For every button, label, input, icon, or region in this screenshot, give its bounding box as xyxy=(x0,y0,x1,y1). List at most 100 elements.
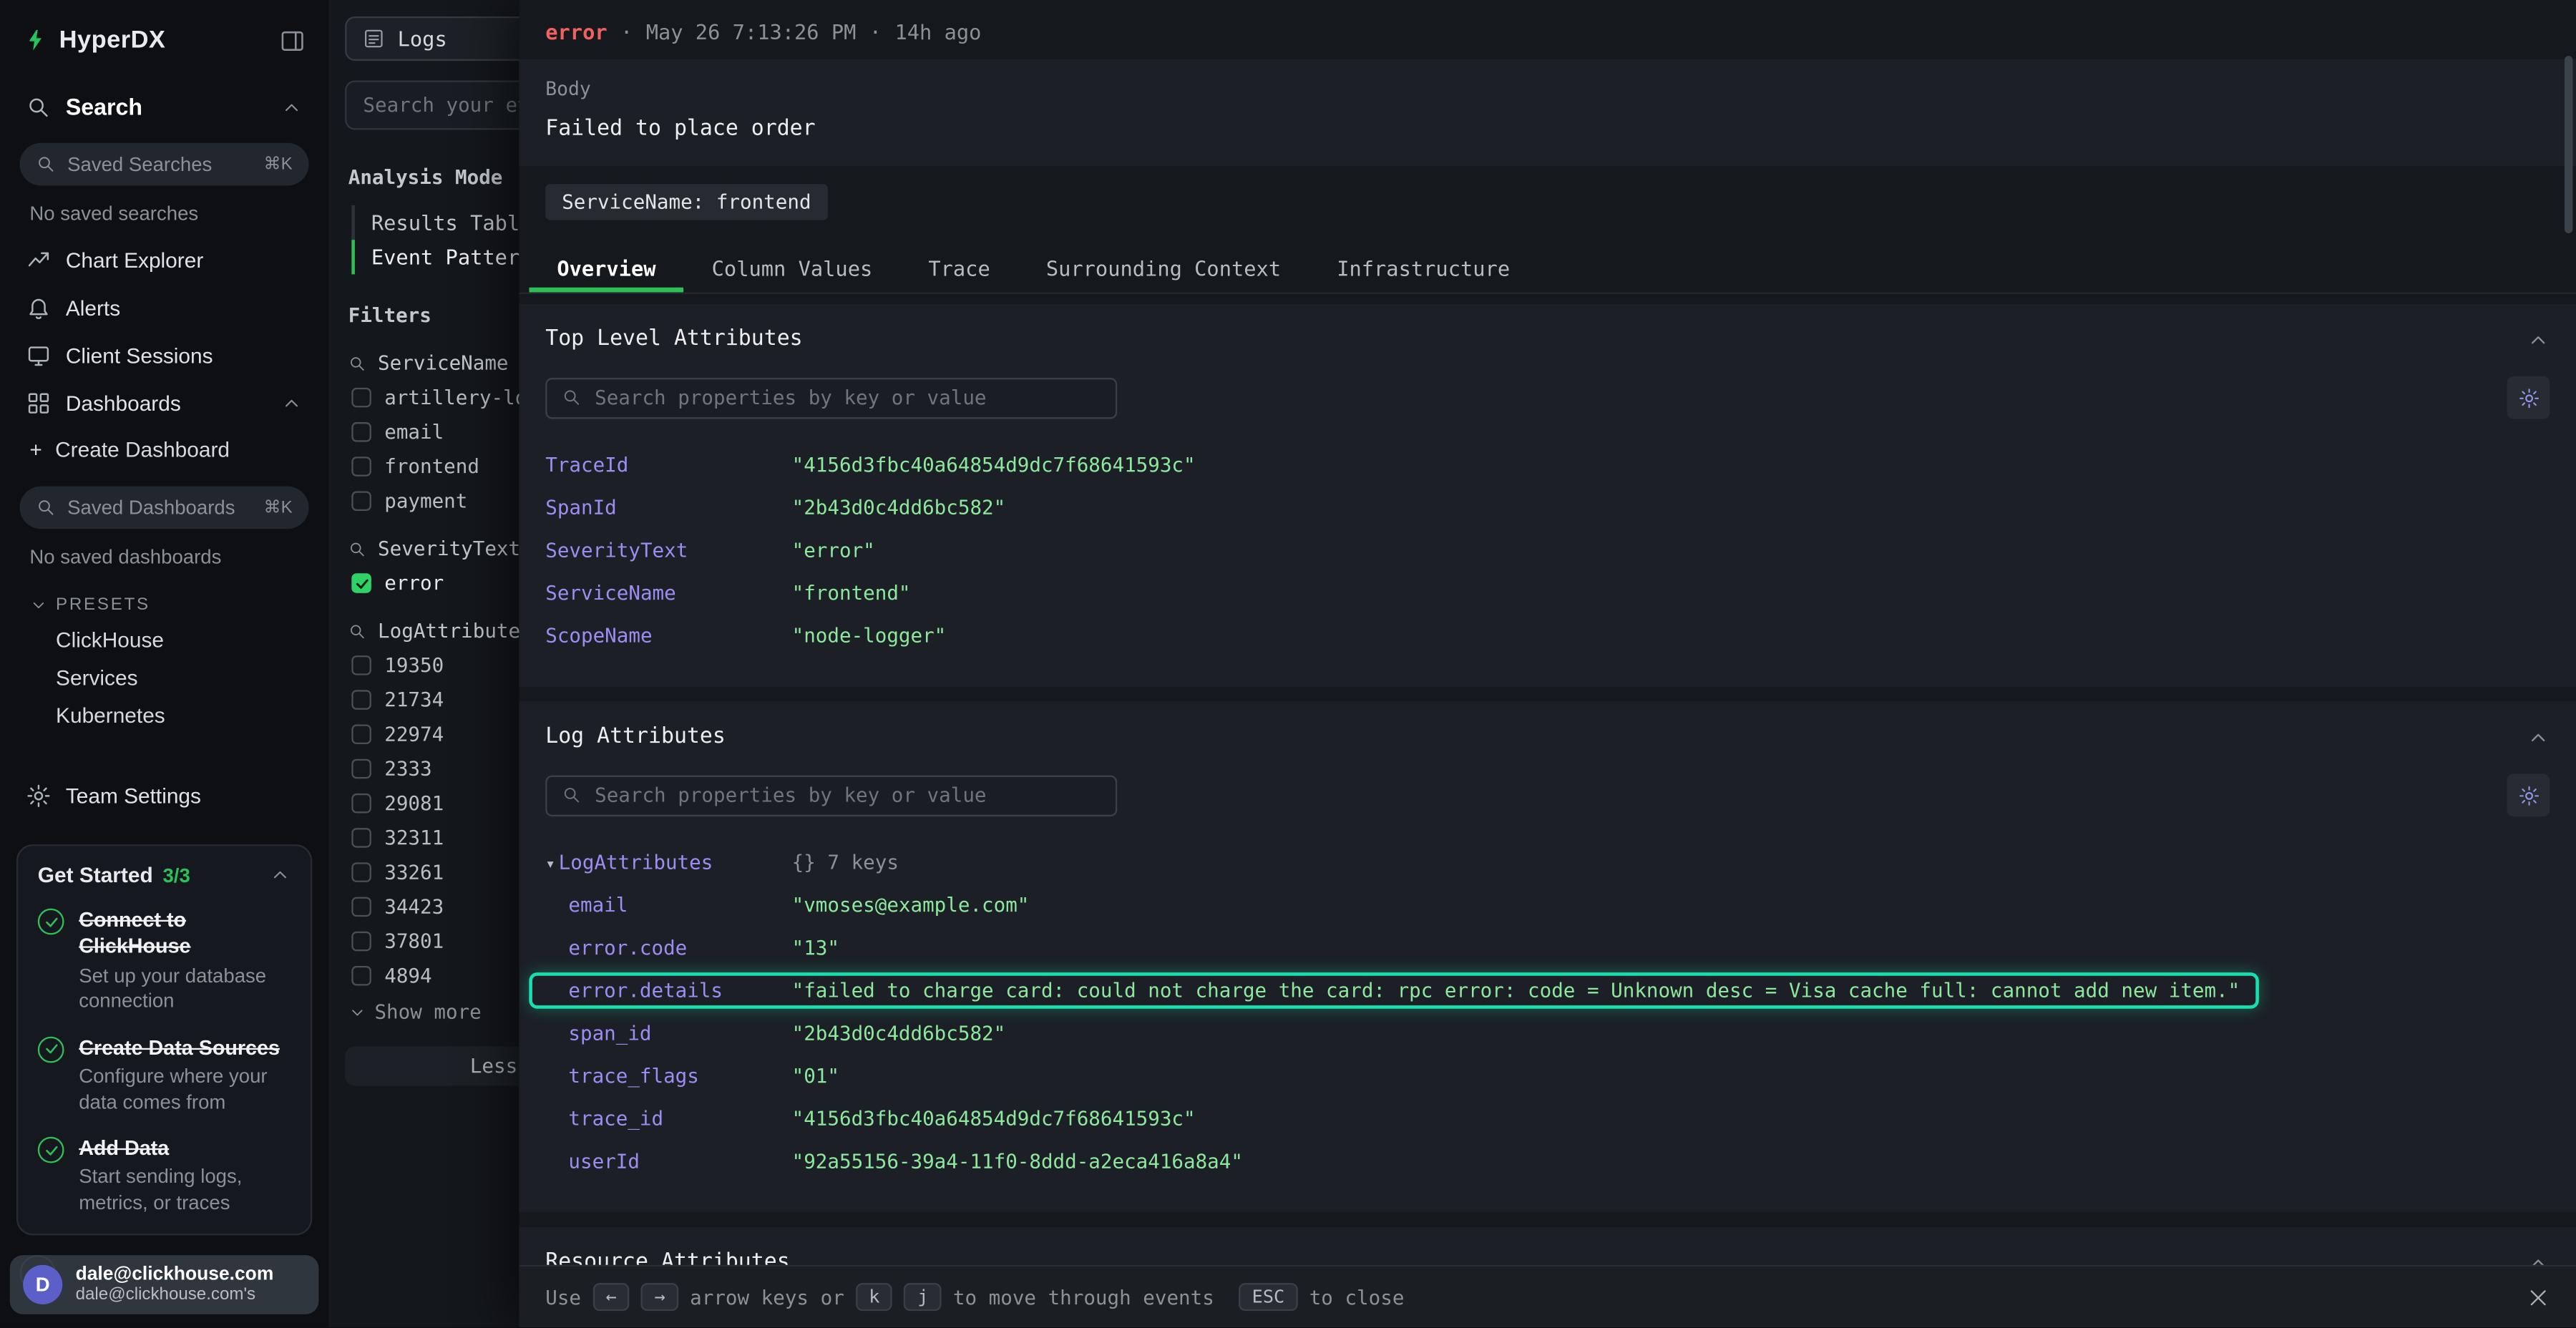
user-menu[interactable]: D dale@clickhouse.com dale@clickhouse.co… xyxy=(10,1255,319,1314)
sidebar-item-kubernetes[interactable]: Kubernetes xyxy=(16,696,312,734)
tab-trace[interactable]: Trace xyxy=(900,243,1018,293)
collapse-section-icon[interactable] xyxy=(2527,328,2550,351)
checkbox[interactable] xyxy=(351,422,371,442)
checkbox[interactable] xyxy=(351,491,371,511)
key-esc: ESC xyxy=(1239,1283,1297,1311)
checkbox[interactable] xyxy=(351,456,371,477)
get-started-step[interactable]: Add Data Start sending logs, metrics, or… xyxy=(38,1136,291,1217)
sidebar-item-clickhouse[interactable]: ClickHouse xyxy=(16,621,312,659)
highlight-box: error.details "failed to charge card: co… xyxy=(529,972,2260,1009)
attribute-row[interactable]: SeverityText"error" xyxy=(545,529,2550,572)
property-search-field[interactable] xyxy=(595,783,1101,806)
tab-infrastructure[interactable]: Infrastructure xyxy=(1309,243,1538,293)
avatar: D xyxy=(23,1265,62,1304)
chevron-up-icon[interactable] xyxy=(270,864,291,886)
sidebar-item-chart-explorer[interactable]: Chart Explorer xyxy=(16,238,312,283)
presets-toggle[interactable]: PRESETS xyxy=(16,578,312,621)
checkbox[interactable] xyxy=(351,828,371,848)
log-attributes-tree: ▾LogAttributes {} 7 keys email"vmoses@ex… xyxy=(545,841,2550,1183)
check-circle-icon xyxy=(38,909,64,935)
attribute-row[interactable]: trace_id"4156d3fbc40a64854d9dc7f68641593… xyxy=(545,1098,2550,1141)
search-icon[interactable] xyxy=(348,354,366,372)
settings-icon-button[interactable] xyxy=(2507,773,2550,816)
checkbox[interactable] xyxy=(351,966,371,986)
saved-dashboards-input[interactable]: ⌘K xyxy=(20,487,309,529)
checkbox-checked[interactable] xyxy=(351,573,371,593)
saved-searches-input[interactable]: ⌘K xyxy=(20,143,309,186)
checkbox[interactable] xyxy=(351,388,371,408)
attribute-row[interactable]: userId"92a55156-39a4-11f0-8ddd-a2eca416a… xyxy=(545,1140,2550,1183)
attribute-row-highlighted[interactable]: error.details "failed to charge card: co… xyxy=(545,970,2550,1012)
attribute-row[interactable]: error.code"13" xyxy=(545,927,2550,970)
event-relative-time: 14h ago xyxy=(894,20,981,44)
checkbox[interactable] xyxy=(351,655,371,675)
tab-surrounding-context[interactable]: Surrounding Context xyxy=(1018,243,1309,293)
attribute-row[interactable]: email"vmoses@example.com" xyxy=(545,884,2550,927)
hyperdx-logo-icon xyxy=(23,26,47,54)
sidebar-item-dashboards[interactable]: Dashboards xyxy=(16,381,312,426)
top-level-attributes-table: TraceId"4156d3fbc40a64854d9dc7f68641593c… xyxy=(545,444,2550,657)
collapse-section-icon[interactable] xyxy=(2527,726,2550,748)
app-window: HyperDX Search ⌘K No saved searches xyxy=(0,0,2576,1327)
checkbox[interactable] xyxy=(351,897,371,917)
service-name-tag[interactable]: ServiceName: frontend xyxy=(545,184,827,220)
collapse-sidebar-icon[interactable] xyxy=(279,27,306,54)
section-title: Top Level Attributes xyxy=(545,327,2527,351)
checkbox[interactable] xyxy=(351,690,371,710)
search-icon xyxy=(36,155,57,175)
severity-badge: error xyxy=(545,20,607,44)
search-icon[interactable] xyxy=(348,540,366,557)
attribute-row[interactable]: TraceId"4156d3fbc40a64854d9dc7f68641593c… xyxy=(545,444,2550,487)
sidebar-item-team-settings[interactable]: Team Settings xyxy=(16,773,312,818)
tree-root-row[interactable]: ▾LogAttributes {} 7 keys xyxy=(545,841,2550,884)
create-dashboard-button[interactable]: + Create Dashboard xyxy=(16,426,312,474)
tab-overview[interactable]: Overview xyxy=(529,243,683,293)
sidebar-item-services[interactable]: Services xyxy=(16,659,312,697)
attribute-row[interactable]: ServiceName"frontend" xyxy=(545,572,2550,615)
key-left-arrow: ← xyxy=(592,1283,630,1311)
sidebar-item-search[interactable]: Search xyxy=(16,84,312,130)
property-search-input[interactable] xyxy=(545,377,1117,418)
sidebar-item-client-sessions[interactable]: Client Sessions xyxy=(16,333,312,378)
close-panel-button[interactable] xyxy=(2527,1286,2550,1309)
chevron-down-icon xyxy=(29,595,47,613)
get-started-card: Get Started 3/3 Connect to ClickHouse Se… xyxy=(16,844,312,1234)
plus-icon: + xyxy=(29,437,42,462)
checkbox[interactable] xyxy=(351,862,371,882)
get-started-step[interactable]: Create Data Sources Configure where your… xyxy=(38,1035,291,1116)
checkbox[interactable] xyxy=(351,794,371,814)
attribute-row[interactable]: SpanId"2b43d0c4dd6bc582" xyxy=(545,487,2550,529)
detail-sections: Top Level Attributes xyxy=(519,289,2576,1327)
checkbox[interactable] xyxy=(351,759,371,779)
user-name: dale@clickhouse.com xyxy=(76,1265,274,1285)
caret-down-icon[interactable]: ▾ xyxy=(545,856,555,874)
property-search-field[interactable] xyxy=(595,386,1101,409)
grid-icon xyxy=(26,391,51,415)
key-right-arrow: → xyxy=(641,1283,678,1311)
search-icon[interactable] xyxy=(348,622,366,640)
search-icon xyxy=(562,785,582,805)
logs-icon xyxy=(363,28,384,49)
saved-searches-field[interactable] xyxy=(67,153,252,176)
property-search-input[interactable] xyxy=(545,775,1117,816)
key-k: k xyxy=(856,1283,893,1311)
attribute-row[interactable]: span_id"2b43d0c4dd6bc582" xyxy=(545,1012,2550,1055)
keyboard-hint-bar: Use ← → arrow keys or k j to move throug… xyxy=(519,1265,2576,1327)
sidebar-item-alerts[interactable]: Alerts xyxy=(16,285,312,330)
event-header: error · May 26 7:13:26 PM · 14h ago xyxy=(519,0,2576,59)
checkbox[interactable] xyxy=(351,725,371,745)
attribute-row[interactable]: ScopeName"node-logger" xyxy=(545,615,2550,658)
attribute-row[interactable]: trace_flags"01" xyxy=(545,1055,2550,1098)
body-label: Body xyxy=(545,77,2550,100)
saved-dashboards-field[interactable] xyxy=(67,496,252,519)
body-value: Failed to place order xyxy=(545,117,2550,141)
tab-column-values[interactable]: Column Values xyxy=(684,243,901,293)
app-title: HyperDX xyxy=(59,26,268,54)
gear-icon xyxy=(26,783,51,808)
event-timestamp: May 26 7:13:26 PM xyxy=(646,20,857,44)
settings-icon-button[interactable] xyxy=(2507,376,2550,419)
user-subtitle: dale@clickhouse.com's xyxy=(76,1284,274,1304)
scrollbar[interactable] xyxy=(2565,56,2572,233)
get-started-step[interactable]: Connect to ClickHouse Set up your databa… xyxy=(38,907,291,1015)
checkbox[interactable] xyxy=(351,932,371,952)
